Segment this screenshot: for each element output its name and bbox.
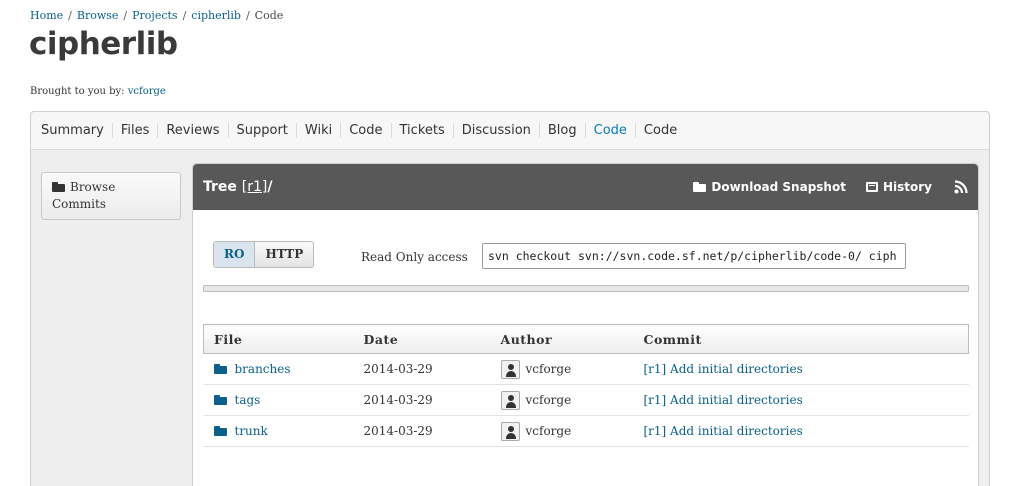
column-header-commit[interactable]: Commit [633, 324, 969, 354]
access-label: Read Only access [361, 250, 468, 264]
download-snapshot-button[interactable]: Download Snapshot [693, 180, 846, 194]
tab-code-3[interactable]: Code [636, 123, 685, 138]
commit-cell: [r1] Add initial directories [633, 384, 969, 416]
tab-files[interactable]: Files [113, 123, 159, 138]
breadcrumb-separator: / [68, 9, 72, 22]
tab-blog[interactable]: Blog [540, 123, 586, 138]
author-name: vcforge [525, 361, 572, 376]
brought-by-link[interactable]: vcforge [128, 86, 166, 97]
file-link[interactable]: tags [235, 393, 261, 407]
table-row: tags 2014-03-29 vcforge [r1] Add initial… [203, 384, 969, 416]
tree-label: Tree [203, 179, 237, 195]
breadcrumb: Home / Browse / Projects / cipherlib / Code [30, 9, 283, 22]
date-cell: 2014-03-29 [353, 415, 491, 447]
breadcrumb-projects[interactable]: Projects [132, 9, 177, 22]
project-main-box: Summary Files Reviews Support Wiki Code … [30, 111, 990, 486]
date-cell: 2014-03-29 [353, 384, 491, 416]
table-row: branches 2014-03-29 vcforge [r1] Add ini… [203, 353, 969, 385]
commit-link[interactable]: [r1] Add initial directories [644, 393, 803, 407]
history-icon [865, 182, 878, 192]
tab-wiki[interactable]: Wiki [297, 123, 342, 138]
breadcrumb-current: Code [254, 9, 284, 22]
page-title: cipherlib [29, 26, 178, 62]
commit-link[interactable]: [r1] Add initial directories [644, 424, 803, 438]
file-cell: tags [203, 384, 354, 416]
rss-icon[interactable] [954, 180, 968, 194]
folder-icon [52, 182, 65, 192]
tab-reviews[interactable]: Reviews [158, 123, 229, 138]
history-label: History [882, 180, 932, 194]
avatar [500, 421, 520, 441]
tree-heading: Tree [r1]/ [203, 179, 273, 195]
project-tabs: Summary Files Reviews Support Wiki Code … [31, 112, 989, 150]
tab-discussion[interactable]: Discussion [454, 123, 540, 138]
column-header-date[interactable]: Date [353, 324, 491, 354]
breadcrumb-project[interactable]: cipherlib [191, 9, 241, 22]
tab-tickets[interactable]: Tickets [392, 123, 454, 138]
code-panel: Tree [r1]/ Download Snapshot History RO … [192, 163, 979, 486]
folder-icon [213, 426, 227, 436]
breadcrumb-browse[interactable]: Browse [77, 9, 119, 22]
file-cell: branches [203, 353, 354, 385]
breadcrumb-separator: / [182, 9, 187, 22]
tab-summary[interactable]: Summary [33, 123, 113, 138]
breadcrumb-separator: / [245, 9, 250, 22]
checkout-command-input[interactable]: svn checkout svn://svn.code.sf.net/p/cip… [482, 243, 906, 269]
file-table: File Date Author Commit branches 2014-03… [203, 324, 969, 447]
avatar [500, 390, 520, 410]
author-cell: vcforge [490, 384, 634, 416]
folder-icon [213, 395, 227, 405]
breadcrumb-home[interactable]: Home [30, 9, 63, 22]
loading-bar [203, 285, 969, 292]
table-row: trunk 2014-03-29 vcforge [r1] Add initia… [203, 415, 969, 447]
folder-icon [213, 364, 227, 374]
file-link[interactable]: branches [235, 362, 291, 376]
author-cell: vcforge [490, 415, 634, 447]
table-header-row: File Date Author Commit [203, 324, 969, 354]
protocol-switch: RO HTTP [213, 241, 315, 268]
breadcrumb-separator: / [123, 9, 128, 22]
tree-suffix: / [267, 179, 273, 195]
protocol-ro-button[interactable]: RO [214, 242, 256, 267]
history-button[interactable]: History [865, 180, 932, 194]
file-cell: trunk [203, 415, 354, 447]
tab-support[interactable]: Support [229, 123, 297, 138]
commit-cell: [r1] Add initial directories [633, 415, 969, 447]
tab-code-active[interactable]: Code [586, 123, 636, 138]
column-header-author[interactable]: Author [490, 324, 634, 354]
commit-cell: [r1] Add initial directories [633, 353, 969, 385]
commit-link[interactable]: [r1] Add initial directories [644, 362, 803, 376]
brought-to-you-by: Brought to you by: vcforge [30, 86, 166, 97]
date-cell: 2014-03-29 [353, 353, 491, 385]
protocol-http-button[interactable]: HTTP [255, 242, 314, 267]
download-snapshot-label: Download Snapshot [711, 180, 846, 194]
author-cell: vcforge [490, 353, 634, 385]
browse-commits-button[interactable]: Browse Commits [41, 172, 181, 220]
panel-header: Tree [r1]/ Download Snapshot History [193, 164, 978, 210]
column-header-file[interactable]: File [203, 324, 354, 354]
tab-code-1[interactable]: Code [341, 123, 392, 138]
author-name: vcforge [525, 423, 572, 438]
folder-icon [693, 182, 707, 192]
avatar [500, 359, 520, 379]
brought-label: Brought to you by: [30, 86, 125, 97]
revision-link[interactable]: [r1] [242, 179, 268, 195]
author-name: vcforge [525, 392, 572, 407]
file-link[interactable]: trunk [235, 424, 268, 438]
